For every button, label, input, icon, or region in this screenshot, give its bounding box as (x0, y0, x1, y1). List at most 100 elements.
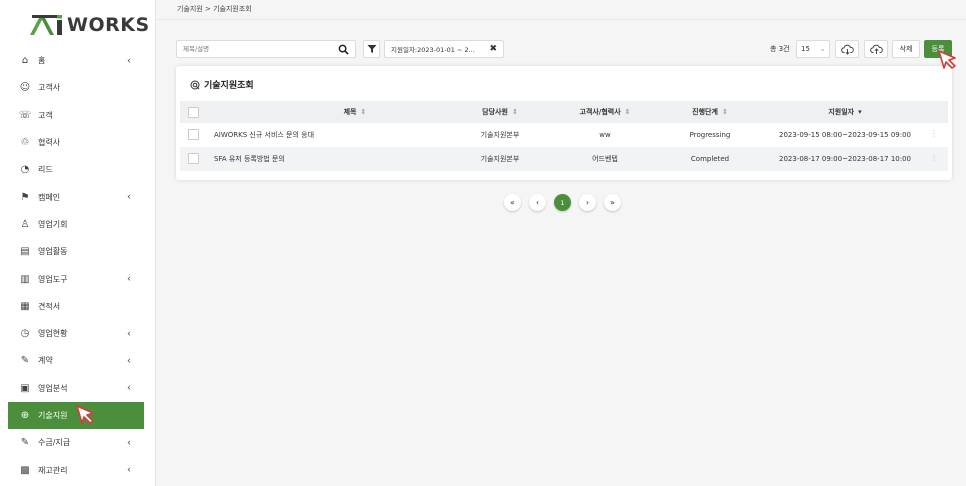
cell-title[interactable]: SFA 유저 등록방법 문의 (214, 147, 434, 171)
sidebar-item-support[interactable]: ⊕ 기술지원 (8, 401, 144, 430)
cell-customer: 어드벤텝 (592, 155, 618, 163)
chevron-left-icon[interactable]: ‹ (127, 355, 131, 366)
support-list-card: 기술지원조회 제목 ⇕ 담당사원 ⇕ 고객사/협력사 ⇕ 진행단계 ⇕ 지원일자 ▾ AI… (176, 66, 952, 180)
register-button[interactable]: 등록 (924, 40, 952, 58)
chevron-left-icon[interactable]: ‹ (127, 465, 131, 476)
inventory-icon: ▩ (20, 464, 30, 476)
search-box[interactable] (176, 40, 356, 58)
column-assignee[interactable]: 담당사원 ⇕ (460, 101, 540, 123)
sort-icon: ⇕ (511, 108, 518, 116)
sort-icon: ⇕ (360, 108, 367, 116)
logo-text: WORKS (67, 14, 150, 36)
sidebar-item-quote[interactable]: ▦ 견적서 (8, 293, 144, 320)
chevron-left-icon[interactable]: ‹ (127, 328, 131, 339)
more-icon[interactable]: ⋮ (930, 129, 938, 138)
chevron-left-icon[interactable]: ‹ (127, 383, 131, 394)
sidebar-item-status[interactable]: ◷ 영업현황 ‹ (8, 320, 144, 347)
sidebar-item-analysis[interactable]: ▣ 영업분석 ‹ (8, 375, 144, 402)
sidebar-item-label: 견적서 (38, 301, 61, 311)
download-button[interactable] (835, 40, 859, 58)
cloud-download-icon (840, 44, 854, 55)
sidebar-item-label: 재고관리 (38, 465, 68, 475)
filter-button[interactable] (363, 40, 380, 58)
sidebar-item-opportunity[interactable]: ♙ 영업기회 (8, 211, 144, 238)
row-checkbox[interactable] (188, 129, 199, 140)
row-checkbox[interactable] (188, 153, 199, 164)
cell-date: 2023-08-17 09:00~2023-08-17 10:00 (778, 155, 912, 163)
cell-assignee: 기술지원본부 (480, 155, 520, 163)
chevron-left-icon[interactable]: ‹ (127, 55, 131, 66)
delete-button[interactable]: 삭제 (892, 40, 920, 58)
sidebar-item-label: 영업도구 (38, 274, 68, 284)
table-row[interactable]: AIWORKS 신규 서비스 문의 응대 기술지원본부 ww Progressi… (180, 123, 948, 147)
prev-page-button[interactable]: ‹ (529, 194, 546, 211)
customer-icon: ☏ (18, 109, 32, 121)
tools-icon: ▥ (20, 273, 30, 285)
app-logo[interactable]: WORKS (30, 14, 150, 36)
sidebar-item-partner[interactable]: ♲ 협력사 (8, 129, 144, 156)
table-row[interactable]: SFA 유저 등록방법 문의 기술지원본부 어드벤텝 Completed 202… (180, 147, 948, 171)
opportunity-icon: ♙ (20, 218, 30, 230)
sidebar-item-label: 리드 (38, 165, 53, 175)
quote-icon: ▦ (20, 300, 30, 312)
column-customer[interactable]: 고객사/협력사 ⇕ (560, 101, 650, 123)
sidebar-item-tools[interactable]: ▥ 영업도구 ‹ (8, 265, 144, 292)
cell-title[interactable]: AIWORKS 신규 서비스 문의 응대 (214, 123, 434, 147)
chevron-down-icon: ⌄ (819, 44, 826, 53)
analysis-icon: ▣ (20, 382, 30, 394)
search-input[interactable] (177, 41, 327, 57)
card-title: 기술지원조회 (190, 78, 254, 91)
pagination: « ‹ 1 › » (504, 194, 621, 211)
close-icon[interactable]: ✖ (489, 44, 497, 54)
filter-icon (367, 45, 376, 53)
card-title-text: 기술지원조회 (204, 81, 254, 91)
page-size-select[interactable]: 15 ⌄ (796, 40, 830, 58)
chevron-left-icon[interactable]: ‹ (127, 192, 131, 203)
date-filter-text: 지원일자:2023-01-01 ~ 2... (391, 46, 475, 54)
sidebar: WORKS ⌂ 홈 ‹ ☺ 고객사 ☏ 고객 ♲ 협력사 ◔ 리드 ⚑ 캠페인 ‹ ♙ 영업기회 ▤ 영업활동 ▥ 영… (0, 0, 156, 486)
sidebar-item-company[interactable]: ☺ 고객사 (8, 74, 144, 101)
chevron-left-icon[interactable]: ‹ (127, 274, 131, 285)
campaign-icon: ⚑ (20, 191, 30, 203)
sidebar-item-label: 수금/지급 (38, 438, 71, 448)
cell-stage: Progressing (689, 131, 731, 139)
sidebar-item-label: 계약 (38, 356, 53, 366)
cell-customer: ww (599, 131, 611, 139)
first-page-button[interactable]: « (504, 194, 521, 211)
status-icon: ◷ (20, 328, 30, 340)
sort-icon: ⇕ (624, 108, 631, 116)
activity-icon: ▤ (20, 246, 30, 258)
sidebar-item-label: 영업현황 (38, 329, 68, 339)
upload-button[interactable] (864, 40, 888, 58)
sidebar-item-home[interactable]: ⌂ 홈 ‹ (8, 47, 144, 74)
table-header: 제목 ⇕ 담당사원 ⇕ 고객사/협력사 ⇕ 진행단계 ⇕ 지원일자 ▾ (180, 101, 948, 123)
cell-assignee: 기술지원본부 (480, 131, 520, 139)
select-all-checkbox[interactable] (188, 107, 199, 118)
date-filter-chip[interactable]: 지원일자:2023-01-01 ~ 2... ✖ (384, 40, 504, 58)
column-title[interactable]: 제목 ⇕ (300, 101, 410, 123)
breadcrumb: 기술지원 > 기술지원조회 (177, 5, 252, 13)
last-page-button[interactable]: » (604, 194, 621, 211)
sort-icon: ⇕ (721, 108, 728, 116)
sidebar-item-activity[interactable]: ▤ 영업활동 (8, 238, 144, 265)
sidebar-item-contract[interactable]: ✎ 계약 ‹ (8, 347, 144, 374)
partner-icon: ♲ (20, 137, 30, 149)
sidebar-item-label: 고객 (38, 110, 53, 120)
sidebar-item-campaign[interactable]: ⚑ 캠페인 ‹ (8, 183, 144, 210)
sidebar-item-label: 홈 (38, 56, 46, 66)
chevron-left-icon[interactable]: ‹ (127, 437, 131, 448)
payment-icon: ✎ (20, 437, 30, 449)
cloud-upload-icon (869, 44, 883, 54)
sidebar-item-customer[interactable]: ☏ 고객 (8, 102, 144, 129)
column-date[interactable]: 지원일자 ▾ (770, 101, 920, 123)
sidebar-item-payment[interactable]: ✎ 수금/지급 ‹ (8, 429, 144, 456)
next-page-button[interactable]: › (579, 194, 596, 211)
header-divider (157, 19, 966, 20)
page-1-button[interactable]: 1 (554, 194, 571, 211)
column-stage[interactable]: 진행단계 ⇕ (670, 101, 750, 123)
sidebar-item-lead[interactable]: ◔ 리드 (8, 156, 144, 183)
sidebar-item-label: 기술지원 (38, 411, 68, 420)
sidebar-item-inventory[interactable]: ▩ 재고관리 ‹ (8, 456, 144, 483)
more-icon[interactable]: ⋮ (930, 153, 938, 162)
search-icon[interactable] (338, 44, 349, 55)
